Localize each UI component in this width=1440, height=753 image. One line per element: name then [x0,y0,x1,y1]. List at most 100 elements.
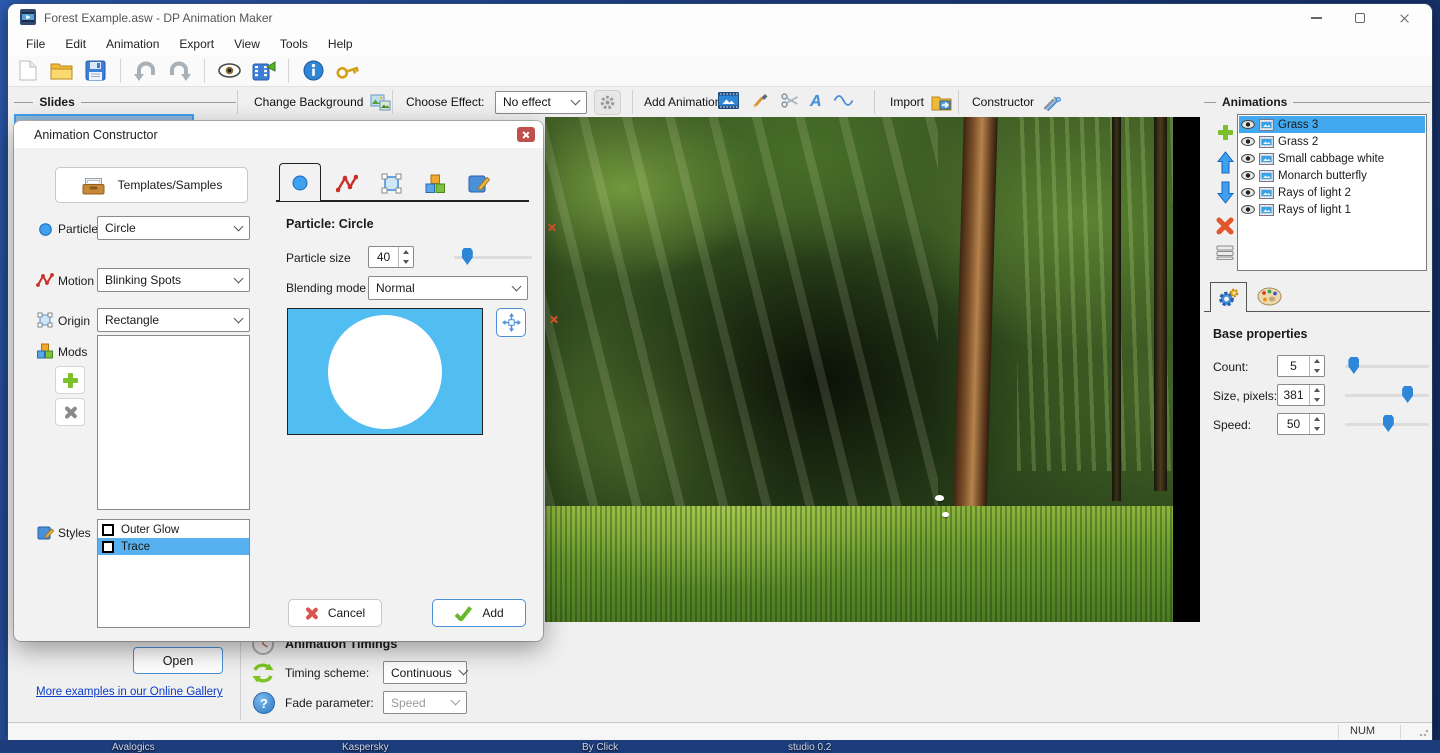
tab-mods[interactable] [414,167,456,200]
blending-mode-dropdown[interactable]: Normal [368,276,528,300]
mods-list[interactable] [97,335,250,510]
move-layer-down-button[interactable] [1213,180,1237,204]
count-slider[interactable] [1345,355,1429,377]
spin-up-button[interactable] [399,247,413,257]
size-slider[interactable] [1345,384,1429,406]
origin-dropdown[interactable]: Rectangle [97,308,250,332]
fade-parameter-dropdown[interactable]: Speed [383,691,467,714]
slider-thumb[interactable] [462,248,473,265]
animation-layer-row[interactable]: Small cabbage white [1239,150,1425,167]
save-button[interactable] [82,57,109,84]
dialog-close-button[interactable] [517,127,535,142]
maximize-button[interactable] [1338,4,1382,32]
spin-down-button[interactable] [1310,395,1324,405]
spin-down-button[interactable] [1310,366,1324,376]
import-button[interactable]: Import [890,87,952,117]
cancel-button[interactable]: Cancel [288,599,382,627]
menu-help[interactable]: Help [318,34,363,54]
tab-base-properties[interactable] [1210,282,1247,312]
menu-export[interactable]: Export [169,34,224,54]
effect-dropdown[interactable]: No effect [495,87,587,117]
count-spinner[interactable]: 5 [1277,355,1325,377]
wave-tool-button[interactable] [833,93,854,111]
menu-tools[interactable]: Tools [270,34,318,54]
animation-layer-row[interactable]: Grass 3 [1239,116,1425,133]
export-video-button[interactable] [250,57,277,84]
visibility-eye-icon[interactable] [1241,120,1255,129]
animation-layer-row[interactable]: Rays of light 2 [1239,184,1425,201]
spin-down-button[interactable] [1310,424,1324,434]
tab-styles[interactable] [458,167,500,200]
style-row-outer-glow[interactable]: Outer Glow [98,521,249,538]
tab-origin[interactable] [370,167,412,200]
slider-thumb[interactable] [1383,415,1394,432]
templates-samples-button[interactable]: Templates/Samples [55,167,248,203]
undo-button[interactable] [132,57,159,84]
redo-icon [167,60,192,82]
tab-particle[interactable] [279,163,321,201]
preview-canvas[interactable] [545,117,1200,622]
visibility-eye-icon[interactable] [1241,154,1255,163]
visibility-eye-icon[interactable] [1241,205,1255,214]
slider-thumb[interactable] [1348,357,1359,374]
add-button[interactable]: Add [432,599,526,627]
move-layer-up-button[interactable] [1213,150,1237,174]
brush-tool-button[interactable] [750,91,769,113]
effect-settings-button[interactable] [594,87,621,117]
tab-colors[interactable] [1251,282,1288,311]
close-button[interactable] [1382,4,1426,32]
menu-file[interactable]: File [16,34,55,54]
spin-up-button[interactable] [1310,385,1324,395]
tab-motion[interactable] [326,167,368,200]
resize-grip[interactable] [1419,727,1429,737]
open-file-button[interactable] [48,57,75,84]
online-gallery-link[interactable]: More examples in our Online Gallery [36,686,223,698]
style-row-trace[interactable]: Trace [98,538,249,555]
timing-scheme-dropdown[interactable]: Continuous [383,661,467,684]
add-video-animation-button[interactable] [718,92,739,112]
animation-layer-row[interactable]: Monarch butterfly [1239,167,1425,184]
checkbox-unchecked[interactable] [102,524,114,536]
minimize-icon [1311,17,1322,19]
visibility-eye-icon[interactable] [1241,171,1255,180]
visibility-eye-icon[interactable] [1241,137,1255,146]
butterfly-sprite [935,495,944,501]
menu-animation[interactable]: Animation [96,34,169,54]
new-file-button[interactable] [14,57,41,84]
menu-view[interactable]: View [224,34,270,54]
text-tool-button[interactable]: A [810,93,822,111]
add-mod-button[interactable] [55,366,85,394]
particle-size-spinner[interactable]: 40 [368,246,414,268]
visibility-eye-icon[interactable] [1241,188,1255,197]
animation-layer-row[interactable]: Rays of light 1 [1239,201,1425,218]
redo-button[interactable] [166,57,193,84]
particle-size-slider[interactable] [454,246,532,268]
motion-dropdown[interactable]: Blinking Spots [97,268,250,292]
size-spinner[interactable]: 381 [1277,384,1325,406]
layer-list-button[interactable] [1213,240,1237,264]
remove-mod-button[interactable] [55,398,85,426]
add-animation-layer-button[interactable] [1213,120,1237,144]
open-example-button[interactable]: Open [133,647,223,674]
constructor-button[interactable]: Constructor [972,87,1062,117]
scissors-tool-button[interactable] [780,92,799,112]
speed-spinner[interactable]: 50 [1277,413,1325,435]
fit-preview-button[interactable] [496,308,526,337]
register-button[interactable] [334,57,361,84]
delete-layer-button[interactable] [1213,214,1237,238]
about-button[interactable] [300,57,327,84]
change-background-button[interactable]: Change Background [254,87,391,117]
checkbox-unchecked[interactable] [102,541,114,553]
spin-up-button[interactable] [1310,356,1324,366]
slider-thumb[interactable] [1402,386,1413,403]
spin-down-button[interactable] [399,257,413,267]
particle-dropdown[interactable]: Circle [97,216,250,240]
animation-layer-row[interactable]: Grass 2 [1239,133,1425,150]
chevron-down-icon [571,95,581,105]
preview-button[interactable] [216,57,243,84]
spin-up-button[interactable] [1310,414,1324,424]
menu-edit[interactable]: Edit [55,34,96,54]
speed-slider[interactable] [1345,413,1429,435]
minimize-button[interactable] [1294,4,1338,32]
animation-constructor-dialog: Animation Constructor Templates/Samples … [14,121,543,641]
